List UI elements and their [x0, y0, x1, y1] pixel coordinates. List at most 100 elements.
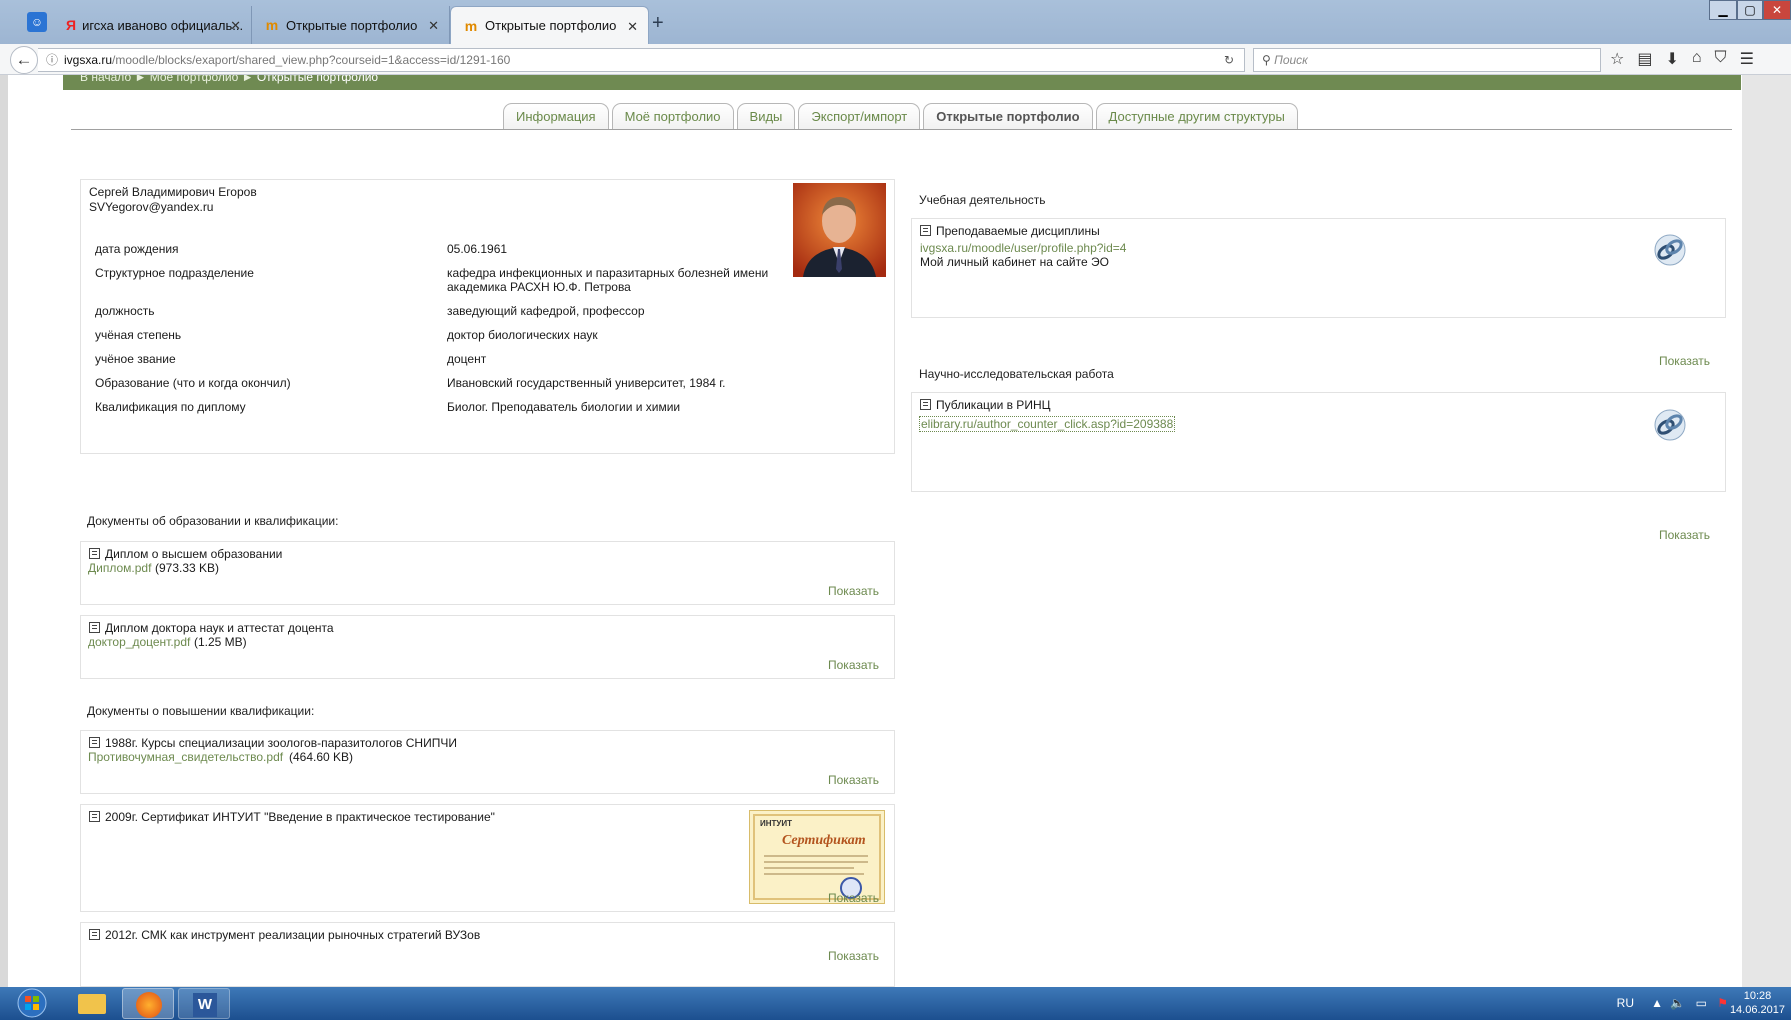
teaching-item-desc: Мой личный кабинет на сайте ЭО: [920, 255, 1109, 269]
browser-tab-3[interactable]: m Открытые портфолио ✕: [450, 6, 649, 44]
moodle-icon: m: [464, 17, 478, 34]
field-value: Ивановский государственный университет, …: [447, 376, 726, 390]
section-research: Научно-исследовательская работа: [919, 367, 1114, 381]
teaching-item-url[interactable]: ivgsxa.ru/moodle/user/profile.php?id=4: [920, 241, 1126, 255]
download-icon[interactable]: ⬇: [1665, 49, 1678, 69]
link-doc-icon: [920, 399, 931, 410]
certificate-title: Сертификат: [782, 833, 866, 848]
field-value: доцент: [447, 352, 487, 366]
breadcrumb: В начало ► Моё портфолио ► Открытые порт…: [63, 75, 1741, 90]
chain-link-icon[interactable]: [1653, 408, 1687, 442]
section-teaching: Учебная деятельность: [919, 193, 1046, 207]
document-icon: [89, 929, 100, 940]
right-margin: [1742, 75, 1791, 987]
action-center-icon[interactable]: ⚑: [1717, 996, 1728, 1010]
browser-titlebar: ☺ Я игсха иваново официаль... ✕ m Открыт…: [0, 0, 1791, 44]
tab-my-portfolio[interactable]: Моё портфолио: [611, 103, 734, 130]
document-icon: [89, 737, 100, 748]
pocket-icon[interactable]: ⛉: [1715, 49, 1727, 69]
tab-shared-portfolios[interactable]: Открытые портфолио: [923, 103, 1093, 130]
home-icon[interactable]: ⌂: [1692, 49, 1702, 69]
show-button[interactable]: Показать: [828, 949, 879, 963]
field-value: академика РАСХН Ю.Ф. Петрова: [447, 280, 631, 294]
info-icon[interactable]: ⓘ: [46, 53, 58, 67]
network-icon[interactable]: ▭: [1696, 996, 1707, 1010]
close-window-button[interactable]: ✕: [1763, 0, 1791, 20]
windows-taskbar: W RU ▲ 🔈 ▭ ⚑ 10:28 14.06.2017: [0, 987, 1791, 1020]
browser-navbar: ← ⓘ ivgsxa.ru/moodle/blocks/exaport/share…: [0, 44, 1791, 75]
close-tab-icon[interactable]: ✕: [627, 19, 638, 35]
field-value: Биолог. Преподаватель биологии и химии: [447, 400, 681, 414]
clock[interactable]: 10:28 14.06.2017: [1730, 989, 1785, 1017]
teaching-item-title: Преподаваемые дисциплины: [920, 224, 1100, 238]
edu-item-file-size: (1.25 MB): [194, 635, 247, 649]
show-button[interactable]: Показать: [828, 658, 879, 672]
yandex-icon: Я: [66, 17, 77, 33]
field-value: кафедра инфекционных и паразитарных боле…: [447, 266, 769, 280]
profile-photo: [793, 183, 886, 277]
browser-tab-1[interactable]: Я игсха иваново официаль... ✕: [54, 6, 252, 44]
url-bar[interactable]: ⓘ ivgsxa.ru/moodle/blocks/exaport/shared_…: [38, 48, 1245, 72]
profile-name: Сергей Владимирович Егоров: [89, 185, 257, 199]
show-button[interactable]: Показать: [1659, 354, 1710, 368]
show-button[interactable]: Показать: [828, 891, 879, 905]
edu-item-title: Диплом доктора наук и аттестат доцента: [89, 621, 334, 635]
edu-item-title: Диплом о высшем образовании: [89, 547, 282, 561]
certificate-thumbnail[interactable]: ИНТУИТ Сертификат: [749, 810, 885, 904]
profile-email: SVYegorov@yandex.ru: [89, 200, 214, 214]
research-item-url[interactable]: elibrary.ru/author_counter_click.asp?id=…: [919, 416, 1176, 432]
tray-arrow-icon[interactable]: ▲: [1651, 996, 1663, 1010]
browser-menu-icon[interactable]: ☺: [27, 12, 47, 32]
link-doc-icon: [920, 225, 931, 236]
minimize-button[interactable]: ▁: [1709, 0, 1737, 20]
explorer-taskbar-icon[interactable]: [66, 988, 118, 1019]
close-tab-icon[interactable]: ✕: [428, 18, 439, 34]
reload-icon[interactable]: ↻: [1224, 49, 1234, 71]
field-label: дата рождения: [95, 242, 179, 256]
firefox-taskbar-icon[interactable]: [122, 988, 174, 1019]
show-button[interactable]: Показать: [828, 773, 879, 787]
tab-export-import[interactable]: Экспорт/импорт: [798, 103, 921, 130]
start-button[interactable]: [14, 987, 50, 1020]
document-icon: [89, 622, 100, 633]
toolbar-icons: ☆ ▤ ⬇ ⌂ ⛉ ☰: [1610, 49, 1754, 69]
word-taskbar-icon[interactable]: W: [178, 988, 230, 1019]
tab-views[interactable]: Виды: [736, 103, 796, 130]
search-input[interactable]: ⚲ Поиск: [1253, 48, 1601, 72]
language-indicator[interactable]: RU: [1617, 996, 1634, 1010]
qual-item-title: 2009г. Сертификат ИНТУИТ "Введение в пра…: [89, 810, 495, 824]
show-button[interactable]: Показать: [828, 584, 879, 598]
maximize-button[interactable]: ▢: [1737, 0, 1763, 20]
tab-info[interactable]: Информация: [503, 103, 609, 130]
qual-item-title: 2012г. СМК как инструмент реализации рын…: [89, 928, 480, 942]
back-button[interactable]: ←: [10, 46, 38, 74]
field-label: учёная степень: [95, 328, 182, 342]
edu-item-file-link[interactable]: доктор_доцент.pdf: [88, 635, 190, 649]
browser-tab-2[interactable]: m Открытые портфолио ✕: [252, 6, 450, 44]
tabs-divider: [71, 129, 1732, 130]
edu-item-file-size: (973.33 KB): [155, 561, 220, 575]
chain-link-icon[interactable]: [1653, 233, 1687, 267]
document-icon: [89, 548, 100, 559]
tab-shared-structures[interactable]: Доступные другим структуры: [1095, 103, 1298, 130]
qual-item-file-link[interactable]: Противочумная_свидетельство.pdf: [88, 750, 283, 764]
search-icon: ⚲: [1262, 53, 1271, 67]
reading-list-icon[interactable]: ▤: [1637, 49, 1652, 69]
breadcrumb-home-link[interactable]: В начало: [80, 75, 131, 84]
window-controls: ▁ ▢ ✕: [1709, 0, 1791, 20]
show-button[interactable]: Показать: [1659, 528, 1710, 542]
new-tab-button[interactable]: +: [652, 12, 664, 35]
edu-item-file-link[interactable]: Диплом.pdf: [88, 561, 151, 575]
breadcrumb-portfolio-link[interactable]: Моё портфолио: [150, 75, 239, 84]
volume-icon[interactable]: 🔈: [1670, 996, 1685, 1010]
certificate-brand: ИНТУИТ: [760, 819, 793, 828]
bookmark-star-icon[interactable]: ☆: [1610, 49, 1624, 69]
close-tab-icon[interactable]: ✕: [230, 18, 241, 34]
menu-icon[interactable]: ☰: [1740, 49, 1754, 69]
field-label: Структурное подразделение: [95, 266, 254, 280]
section-edu-docs: Документы об образовании и квалификации:: [87, 514, 339, 528]
document-icon: [89, 811, 100, 822]
qual-item-file-size: (464.60 KB): [289, 750, 354, 764]
research-item-title: Публикации в РИНЦ: [920, 398, 1050, 412]
field-value: доктор биологических наук: [447, 328, 598, 342]
